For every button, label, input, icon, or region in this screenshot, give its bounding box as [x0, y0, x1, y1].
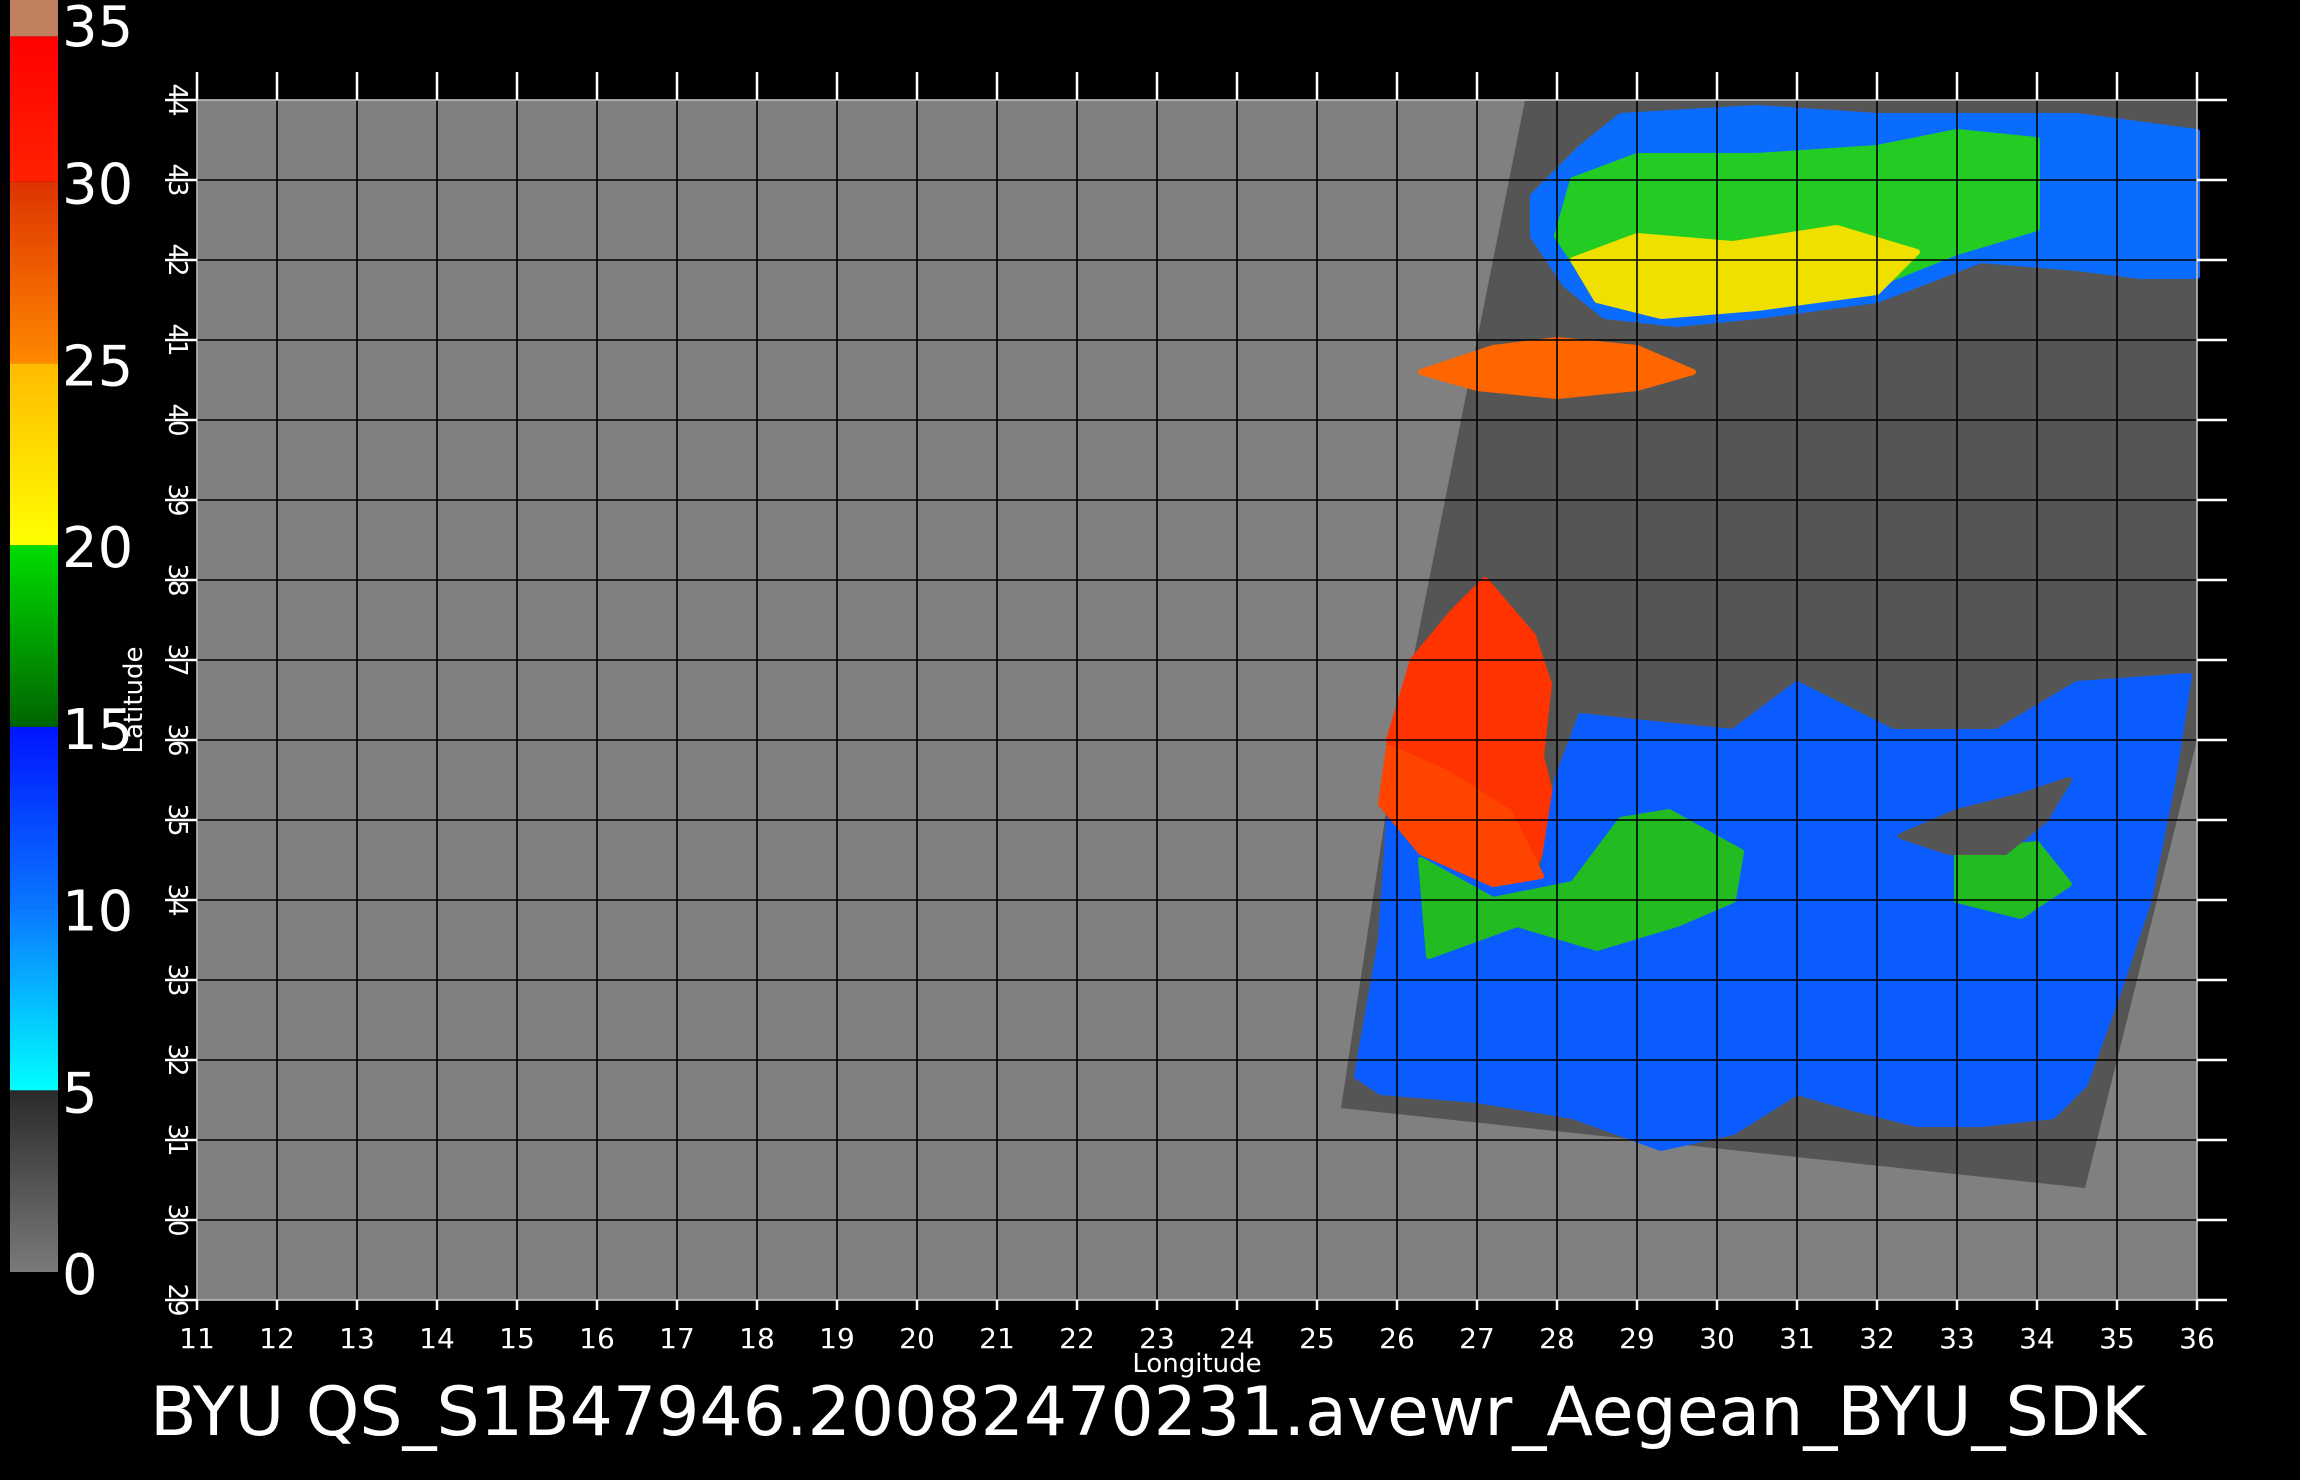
longitude-tick-label: 28 — [1539, 1322, 1575, 1355]
wind-speed-map-figure: 05101520253035 11 12 13 14 15 16 17 18 19 20 21 22 2… — [10, 0, 2227, 1379]
colorbar-segment — [10, 36, 58, 182]
colorbar-tick-label: 30 — [62, 153, 133, 218]
latitude-tick-label: 29 — [162, 1283, 192, 1316]
longitude-tick-label: 17 — [659, 1322, 695, 1355]
colorbar-segment — [10, 726, 58, 909]
longitude-tick-label: 31 — [1779, 1322, 1815, 1355]
y-axis-title: Latitude — [119, 646, 149, 753]
colorbar-segment — [10, 181, 58, 364]
latitude-tick-label: 33 — [162, 963, 192, 996]
wind-speed-colorbar: 05101520253035 — [10, 0, 133, 1308]
latitude-tick-label: 42 — [162, 243, 192, 276]
latitude-tick-label: 32 — [162, 1043, 192, 1076]
colorbar-tick-label: 5 — [62, 1061, 98, 1126]
colorbar-tick-label: 35 — [62, 0, 133, 60]
latitude-tick-label: 37 — [162, 643, 192, 676]
colorbar-segment — [10, 363, 58, 546]
longitude-tick-label: 34 — [2019, 1322, 2055, 1355]
longitude-tick-label: 27 — [1459, 1322, 1495, 1355]
colorbar-segment — [10, 0, 58, 37]
longitude-tick-label: 18 — [739, 1322, 775, 1355]
map-panel: 11 12 13 14 15 16 17 18 19 20 21 22 23 24 25 26 27 28 29 30… — [119, 72, 2227, 1379]
latitude-tick-label: 31 — [162, 1123, 192, 1156]
colorbar-tick-label: 20 — [62, 516, 133, 581]
longitude-tick-label: 25 — [1299, 1322, 1335, 1355]
colorbar-segment — [10, 1090, 58, 1272]
colorbar-tick-label: 0 — [62, 1243, 98, 1308]
longitude-tick-label: 35 — [2099, 1322, 2135, 1355]
longitude-tick-label: 12 — [259, 1322, 295, 1355]
longitude-tick-label: 29 — [1619, 1322, 1655, 1355]
longitude-tick-label: 33 — [1939, 1322, 1975, 1355]
longitude-tick-label: 32 — [1859, 1322, 1895, 1355]
longitude-tick-label: 19 — [819, 1322, 855, 1355]
latitude-tick-label: 41 — [162, 323, 192, 356]
longitude-tick-label: 26 — [1379, 1322, 1415, 1355]
longitude-tick-label: 22 — [1059, 1322, 1095, 1355]
longitude-tick-label: 11 — [179, 1322, 215, 1355]
longitude-tick-label: 14 — [419, 1322, 455, 1355]
colorbar-tick-label: 10 — [62, 880, 133, 945]
latitude-tick-label: 39 — [162, 483, 192, 516]
colorbar-segment — [10, 908, 58, 1091]
longitude-tick-label: 16 — [579, 1322, 615, 1355]
latitude-tick-label: 36 — [162, 723, 192, 756]
latitude-tick-label: 34 — [162, 883, 192, 916]
longitude-tick-label: 30 — [1699, 1322, 1735, 1355]
latitude-tick-label: 38 — [162, 563, 192, 596]
longitude-tick-label: 13 — [339, 1322, 375, 1355]
latitude-tick-label: 35 — [162, 803, 192, 836]
figure-caption: BYU QS_S1B47946.20082470231.avewr_Aegean… — [150, 1373, 2146, 1452]
latitude-tick-label: 40 — [162, 403, 192, 436]
latitude-tick-label: 30 — [162, 1203, 192, 1236]
longitude-tick-label: 21 — [979, 1322, 1015, 1355]
latitude-tick-label: 43 — [162, 163, 192, 196]
longitude-tick-label: 20 — [899, 1322, 935, 1355]
longitude-tick-label: 15 — [499, 1322, 535, 1355]
longitude-tick-label: 36 — [2179, 1322, 2215, 1355]
colorbar-segment — [10, 545, 58, 727]
latitude-tick-label: 44 — [162, 83, 192, 116]
colorbar-tick-label: 25 — [62, 334, 133, 399]
